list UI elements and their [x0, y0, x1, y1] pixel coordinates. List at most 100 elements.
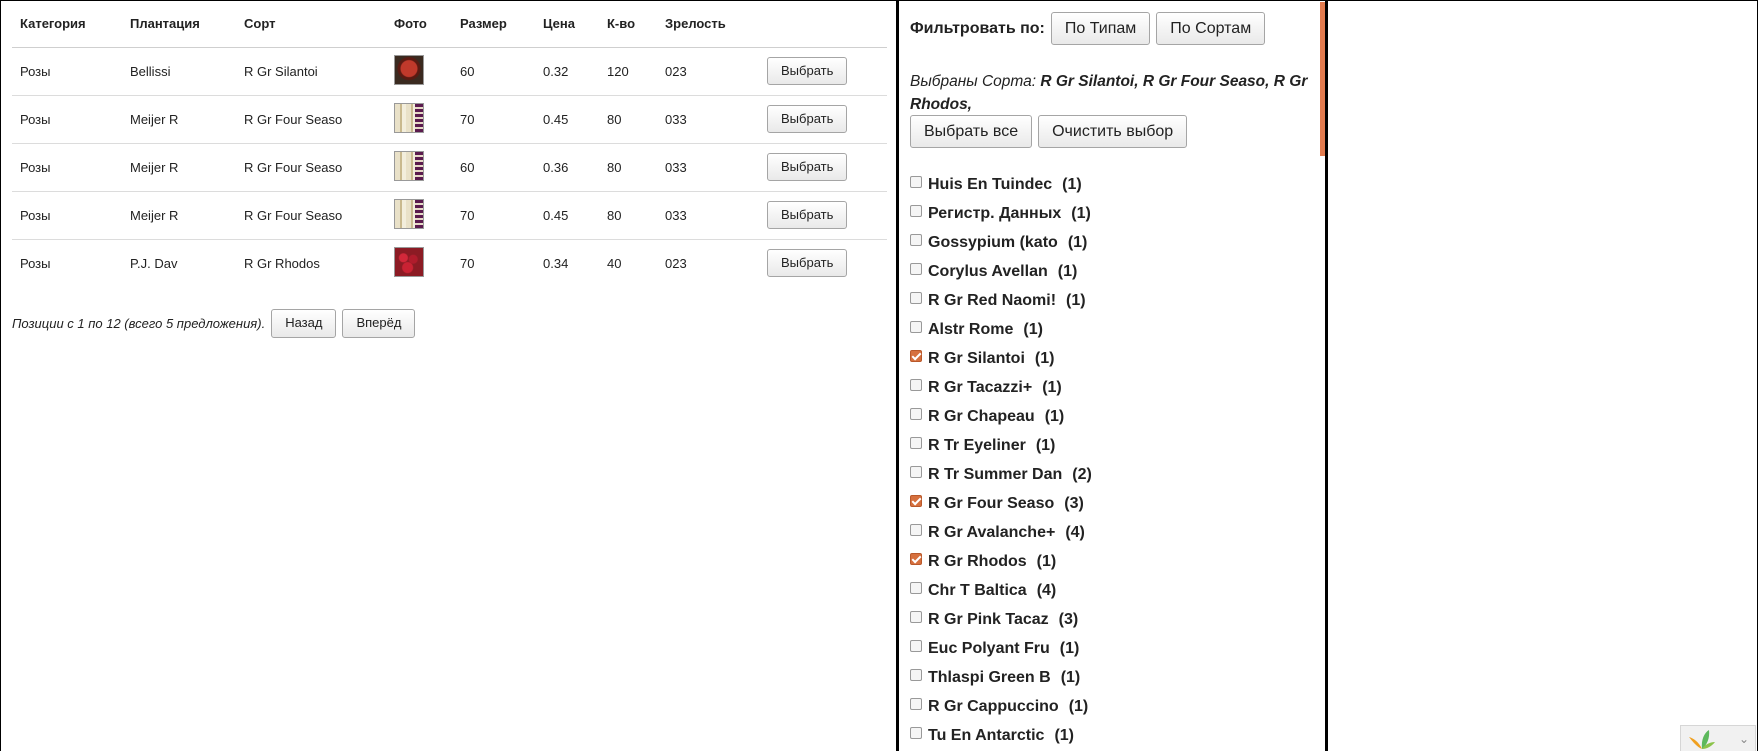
- product-photo[interactable]: [394, 198, 424, 229]
- variety-item[interactable]: Tu En Antarctic (1): [910, 721, 1092, 750]
- scroll-accent-bar: [1320, 2, 1325, 156]
- cell-category: Розы: [12, 191, 122, 240]
- variety-name: Alstr Rome: [928, 320, 1014, 338]
- filter-by-varieties-button[interactable]: По Сортам: [1156, 12, 1266, 45]
- variety-item[interactable]: Thlaspi Green B (1): [910, 663, 1092, 692]
- cell-price: 0.45: [535, 95, 599, 144]
- variety-checkbox[interactable]: [910, 552, 922, 565]
- variety-item[interactable]: R Gr Avalanche+ (4): [910, 518, 1092, 547]
- variety-item[interactable]: R Gr Red Naomi! (1): [910, 286, 1092, 315]
- col-ripeness: Зрелость: [657, 0, 759, 48]
- variety-checkbox[interactable]: [910, 349, 922, 362]
- filter-toolbar: Фильтровать по: По Типам По Сортам: [910, 12, 1266, 45]
- variety-item[interactable]: Euc Polyant Fru (1): [910, 634, 1092, 663]
- variety-name: R Tr Eyeliner: [928, 436, 1026, 454]
- variety-item[interactable]: Corylus Avellan (1): [910, 257, 1092, 286]
- selection-actions: Выбрать все Очистить выбор: [910, 115, 1188, 148]
- product-photo[interactable]: [394, 102, 424, 133]
- col-photo: Фото: [386, 0, 452, 48]
- variety-checkbox[interactable]: [910, 523, 922, 536]
- variety-checkbox[interactable]: [910, 262, 922, 275]
- variety-item[interactable]: R Gr Cappuccino (1): [910, 692, 1092, 721]
- variety-checkbox[interactable]: [910, 407, 922, 420]
- select-product-button[interactable]: Выбрать: [767, 57, 848, 85]
- cell-action: Выбрать: [759, 143, 887, 192]
- cell-category: Розы: [12, 143, 122, 192]
- cell-category: Розы: [20, 255, 51, 271]
- variety-name: R Gr Four Seaso: [928, 494, 1055, 512]
- variety-name: R Gr Chapeau: [928, 407, 1035, 425]
- cell-variety: R Gr Four Seaso: [236, 191, 386, 240]
- variety-checkbox[interactable]: [910, 175, 922, 188]
- variety-count: (3): [1058, 610, 1079, 628]
- cell-price: 0.32: [535, 47, 599, 96]
- select-all-button[interactable]: Выбрать все: [910, 115, 1033, 148]
- col-variety: Сорт: [236, 0, 386, 48]
- variety-count: (2): [1072, 465, 1092, 483]
- variety-count: (1): [1034, 349, 1055, 367]
- corner-widget[interactable]: ⌄: [1680, 725, 1756, 751]
- variety-item[interactable]: Huis En Tuindec (1): [910, 170, 1092, 199]
- variety-item[interactable]: R Gr Tacazzi+ (1): [910, 373, 1092, 402]
- variety-item[interactable]: Alstr Rome (1): [910, 315, 1092, 344]
- forward-button[interactable]: Вперёд: [342, 308, 416, 338]
- variety-checkbox[interactable]: [910, 320, 922, 333]
- products-table: Категория Плантация Сорт Фото Размер Цен…: [12, 0, 887, 287]
- variety-checkbox[interactable]: [910, 233, 922, 246]
- variety-item[interactable]: R Gr Four Seaso (3): [910, 489, 1092, 518]
- cell-photo: [386, 143, 452, 192]
- cell-category: Розы: [12, 47, 122, 96]
- variety-checkbox[interactable]: [910, 494, 922, 507]
- variety-checkbox[interactable]: [910, 697, 922, 710]
- variety-count: (4): [1036, 581, 1057, 599]
- variety-item[interactable]: R Tr Eyeliner (1): [910, 431, 1092, 460]
- variety-count: (1): [1060, 668, 1081, 686]
- variety-name: R Gr Avalanche+: [928, 523, 1056, 541]
- product-photo[interactable]: [394, 246, 424, 277]
- table-row: Розы P.J. Dav R Gr Rhodos 70 0.34 40 023 Выбрат…: [12, 239, 887, 287]
- variety-name: R Gr Tacazzi+: [928, 378, 1033, 396]
- cell-photo: [386, 47, 452, 96]
- product-photo[interactable]: [394, 150, 424, 181]
- variety-checkbox[interactable]: [910, 610, 922, 623]
- variety-checkbox[interactable]: [910, 639, 922, 652]
- variety-checkbox[interactable]: [910, 726, 922, 739]
- cell-size: 60: [452, 47, 535, 96]
- cell-plantation: Meijer R: [122, 143, 236, 192]
- variety-item[interactable]: R Gr Rhodos (1): [910, 547, 1092, 576]
- variety-checkbox[interactable]: [910, 581, 922, 594]
- variety-item[interactable]: R Gr Chapeau (1): [910, 402, 1092, 431]
- select-product-button[interactable]: Выбрать: [767, 249, 848, 278]
- cell-qty: 80: [599, 143, 657, 192]
- col-qty: К-во: [599, 0, 657, 48]
- variety-count: (1): [1035, 436, 1056, 454]
- cell-action: Выбрать: [759, 47, 887, 96]
- cell-action: Выбрать: [759, 95, 887, 144]
- select-product-button[interactable]: Выбрать: [767, 153, 848, 181]
- variety-item[interactable]: R Gr Pink Tacaz (3): [910, 605, 1092, 634]
- variety-item[interactable]: R Gr Silantoi (1): [910, 344, 1092, 373]
- cell-size: 70: [452, 191, 535, 240]
- variety-checkbox[interactable]: [910, 436, 922, 449]
- filter-pane: Фильтровать по: По Типам По Сортам Выбра…: [896, 0, 1328, 751]
- variety-name: R Gr Silantoi: [928, 349, 1025, 367]
- product-photo[interactable]: [394, 54, 424, 85]
- select-product-button[interactable]: Выбрать: [767, 105, 848, 133]
- variety-item[interactable]: Регистр. Данных (1): [910, 199, 1092, 228]
- variety-item[interactable]: Chr T Baltica (4): [910, 576, 1092, 605]
- variety-checkbox[interactable]: [910, 465, 922, 478]
- variety-name: Регистр. Данных: [928, 204, 1062, 222]
- back-button[interactable]: Назад: [271, 308, 337, 338]
- variety-count: (1): [1066, 291, 1086, 309]
- select-product-button[interactable]: Выбрать: [767, 201, 848, 229]
- filter-by-types-button[interactable]: По Типам: [1050, 12, 1151, 45]
- clear-selection-button[interactable]: Очистить выбор: [1038, 115, 1188, 148]
- cell-action: Выбрать: [759, 239, 887, 287]
- variety-checkbox[interactable]: [910, 378, 922, 391]
- variety-checkbox[interactable]: [910, 668, 922, 681]
- variety-name: Gossypium (kato: [928, 233, 1058, 251]
- variety-checkbox[interactable]: [910, 204, 922, 217]
- variety-checkbox[interactable]: [910, 291, 922, 304]
- variety-item[interactable]: Gossypium (kato (1): [910, 228, 1092, 257]
- variety-item[interactable]: R Tr Summer Dan (2): [910, 460, 1092, 489]
